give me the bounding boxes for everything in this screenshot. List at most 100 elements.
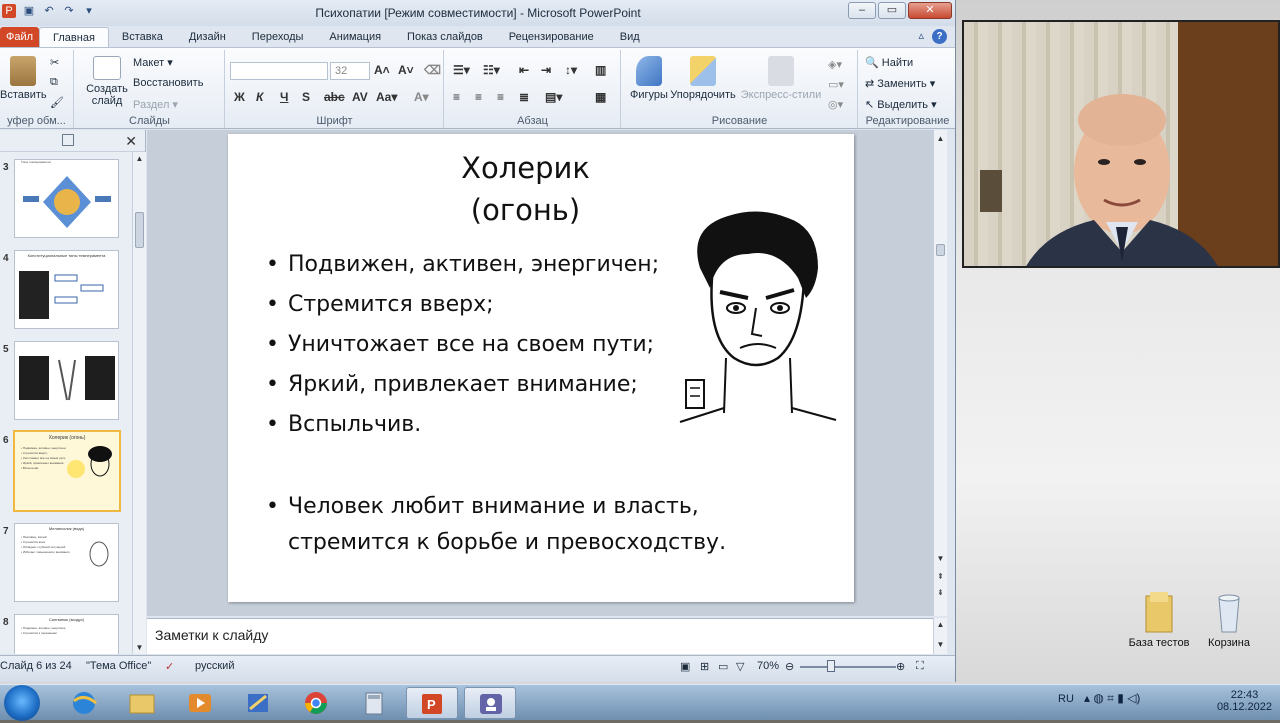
select-button[interactable]: ↖ Выделить ▾ (865, 98, 937, 111)
increase-indent-button[interactable]: ⇥ (541, 63, 551, 77)
decrease-indent-button[interactable]: ⇤ (519, 63, 529, 77)
strikethrough-button[interactable]: abc (324, 90, 345, 104)
taskbar-powerpoint-icon[interactable]: P (406, 687, 458, 719)
smartart-button[interactable]: ▦ (595, 90, 606, 104)
taskbar-teams-icon[interactable] (464, 687, 516, 719)
group-clipboard: Вставить ✂ ⧉ 🖌 уфер обм... (0, 50, 74, 128)
close-button[interactable]: ✕ (908, 2, 952, 19)
minimize-button[interactable]: – (848, 2, 876, 19)
thumbnails-scrollbar[interactable]: ▲ ▼ (132, 152, 146, 654)
ribbon-tabs: Файл Главная Вставка Дизайн Переходы Ани… (0, 26, 955, 47)
shape-outline-icon[interactable]: ▭▾ (828, 78, 844, 91)
tab-design[interactable]: Дизайн (176, 27, 239, 47)
normal-view-icon[interactable]: ▣ (680, 660, 690, 673)
input-language[interactable]: RU (1058, 693, 1074, 705)
arrange-button[interactable]: Упорядочить (670, 56, 736, 101)
zoom-slider-handle[interactable] (827, 660, 835, 672)
desktop-icon-recycle-bin[interactable]: Корзина (1194, 590, 1264, 649)
group-drawing: Фигуры Упорядочить Экспресс-стили ◈▾ ▭▾ … (622, 50, 858, 128)
zoom-slider[interactable] (800, 666, 896, 668)
slide-sorter-icon[interactable]: ⊞ (700, 660, 709, 673)
section-button[interactable]: Раздел ▾ (133, 98, 178, 111)
line-spacing-button[interactable]: ↕▾ (565, 63, 577, 77)
font-color-button[interactable]: A▾ (414, 90, 429, 104)
change-case-button[interactable]: Aa▾ (376, 90, 397, 104)
columns-button[interactable]: ▥ (595, 63, 606, 77)
clear-format-button[interactable]: ⌫ (424, 63, 441, 77)
notes-scrollbar[interactable]: ▲ ▼ (933, 618, 947, 654)
format-painter-icon[interactable]: 🖌 (50, 96, 64, 109)
paste-button[interactable]: Вставить (0, 56, 47, 101)
italic-button[interactable]: К (256, 90, 263, 104)
font-name-combo[interactable] (230, 62, 328, 80)
find-button[interactable]: 🔍 Найти (865, 56, 913, 69)
justify-button[interactable]: ≣ (519, 90, 529, 104)
start-button[interactable] (4, 685, 40, 721)
shapes-button[interactable]: Фигуры (626, 56, 672, 101)
tab-slideshow[interactable]: Показ слайдов (394, 27, 496, 47)
outline-tab-icon[interactable] (62, 134, 74, 146)
replace-button[interactable]: ⇄ Заменить ▾ (865, 77, 935, 90)
taskbar-ie-icon[interactable] (58, 687, 110, 719)
bullets-button[interactable]: ☰▾ (453, 63, 470, 77)
tray-icons[interactable]: ▴ ◍ ⌗ ▮ ◁) (1084, 691, 1140, 706)
help-icon[interactable]: ? (932, 29, 947, 44)
webcam-video (962, 20, 1280, 268)
group-editing: 🔍 Найти ⇄ Заменить ▾ ↖ Выделить ▾ Редакт… (859, 50, 955, 128)
zoom-in-icon[interactable]: ⊕ (896, 660, 905, 673)
new-slide-button[interactable]: Создать слайд (81, 56, 133, 107)
spacing-button[interactable]: AV (352, 90, 368, 104)
slide-bullet: Стремится вверх; (266, 290, 659, 330)
clock[interactable]: 22:43 08.12.2022 (1217, 689, 1272, 713)
zoom-out-icon[interactable]: ⊖ (785, 660, 794, 673)
tab-review[interactable]: Рецензирование (496, 27, 607, 47)
cut-icon[interactable]: ✂ (50, 56, 59, 69)
taskbar-chrome-icon[interactable] (290, 687, 342, 719)
shape-effects-icon[interactable]: ◎▾ (828, 98, 843, 111)
taskbar-media-player-icon[interactable] (174, 687, 226, 719)
slide-scrollbar[interactable]: ▲ ▼ ⇞ ⇟ (933, 130, 947, 616)
align-right-button[interactable]: ≡ (497, 90, 504, 104)
grow-font-button[interactable]: A˄ (374, 63, 390, 77)
slide-counter: Слайд 6 из 24 (0, 660, 72, 672)
close-pane-icon[interactable]: ✕ (125, 133, 137, 150)
zoom-level[interactable]: 70% (757, 660, 779, 672)
tab-transitions[interactable]: Переходы (239, 27, 317, 47)
minimize-ribbon-icon[interactable]: ▵ (918, 29, 924, 44)
copy-icon[interactable]: ⧉ (50, 76, 58, 89)
align-left-button[interactable]: ≡ (453, 90, 460, 104)
current-slide[interactable]: Холерик (огонь) Подвижен, активен, энерг… (228, 134, 854, 602)
taskbar-app-icon[interactable] (232, 687, 284, 719)
desktop-icon-tests[interactable]: База тестов (1124, 590, 1194, 649)
maximize-button[interactable]: ▭ (878, 2, 906, 19)
layout-button[interactable]: Макет ▾ (133, 56, 173, 69)
shadow-button[interactable]: S (302, 90, 310, 104)
columns-split-button[interactable]: ▤▾ (545, 90, 562, 104)
reading-view-icon[interactable]: ▭ (718, 660, 728, 673)
tab-view[interactable]: Вид (607, 27, 653, 47)
reset-button[interactable]: Восстановить (133, 77, 203, 89)
tab-insert[interactable]: Вставка (109, 27, 176, 47)
tab-animations[interactable]: Анимация (316, 27, 394, 47)
language-indicator[interactable]: русский (195, 660, 234, 672)
align-center-button[interactable]: ≡ (475, 90, 482, 104)
underline-button[interactable]: Ч (280, 90, 288, 104)
quick-styles-button[interactable]: Экспресс-стили (740, 56, 822, 101)
slideshow-view-icon[interactable]: ▽ (736, 660, 744, 673)
svg-text:P: P (427, 697, 436, 712)
group-label: Слайды (129, 115, 170, 127)
taskbar-explorer-icon[interactable] (116, 687, 168, 719)
shrink-font-button[interactable]: A˅ (398, 63, 414, 77)
notes-pane[interactable]: Заметки к слайду (147, 618, 942, 654)
bold-button[interactable]: Ж (234, 90, 245, 104)
tab-file[interactable]: Файл (0, 27, 40, 47)
taskbar-calculator-icon[interactable] (348, 687, 400, 719)
shape-fill-icon[interactable]: ◈▾ (828, 58, 842, 71)
slide-bullet: Уничтожает все на своем пути; (266, 330, 659, 370)
tab-home[interactable]: Главная (39, 27, 109, 47)
fit-to-window-icon[interactable]: ⛶ (916, 660, 924, 673)
recycle-bin-icon (1218, 594, 1240, 633)
font-size-combo[interactable]: 32 (330, 62, 370, 80)
numbering-button[interactable]: ☷▾ (483, 63, 500, 77)
spellcheck-icon[interactable]: ✓ (165, 660, 174, 673)
